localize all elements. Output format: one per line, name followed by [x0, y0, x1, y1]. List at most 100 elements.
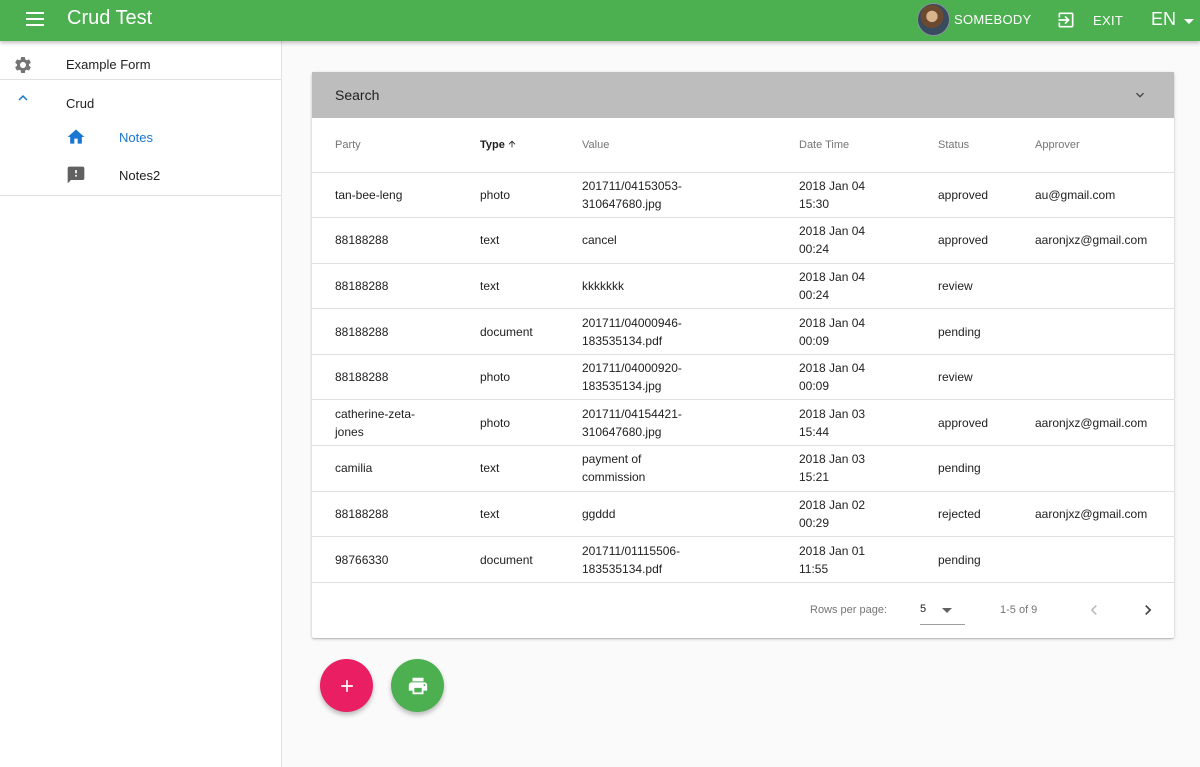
cell-text: document [480, 552, 533, 567]
table-row[interactable]: 88188288 document 201711/04000946-18353513… [312, 308, 1174, 355]
table-row[interactable]: 88188288 photo 201711/04000920-183535134.j… [312, 354, 1174, 401]
cell-value: 201711/04000946-183535134.pdf [559, 308, 776, 355]
cell-text: photo [480, 370, 511, 385]
next-page-button[interactable] [1138, 600, 1158, 620]
column-header-type[interactable]: Type [457, 118, 559, 173]
table-row[interactable]: 88188288 text cancel 2018 Jan 04 00:24 appro… [312, 217, 1174, 264]
cell-type: text [457, 217, 559, 264]
table-header-row: Party Type Value Date Time Status Approv… [312, 118, 1174, 173]
cell-text: 201711/01115506-183535134.pdf [582, 543, 681, 576]
pagination-range: 1-5 of 9 [1000, 603, 1038, 616]
add-button[interactable] [320, 659, 373, 712]
cell-text: 88188288 [335, 506, 389, 521]
app-title: Crud Test [67, 7, 153, 29]
cell-approver [1012, 354, 1174, 401]
cell-datetime: 2018 Jan 04 00:09 [776, 308, 915, 355]
menu-icon[interactable] [26, 12, 46, 28]
column-header-value[interactable]: Value [559, 118, 776, 173]
caret-down-icon [1184, 18, 1195, 24]
cell-value: 201711/04154421-310647680.jpg [559, 399, 776, 447]
table-row[interactable]: 88188288 text ggddd 2018 Jan 02 00:29 reject… [312, 491, 1174, 538]
cell-text: 88188288 [335, 324, 389, 339]
avatar [917, 3, 950, 36]
cell-text: text [480, 233, 500, 248]
table-row[interactable]: 88188288 text kkkkkkk 2018 Jan 04 00:24 revi… [312, 263, 1174, 310]
exit-label: EXIT [1093, 12, 1124, 28]
cell-status: approved [915, 172, 1012, 219]
column-header-party[interactable]: Party [312, 118, 457, 173]
sidebar-item-notes[interactable]: Notes [0, 118, 281, 156]
cell-text: pending [938, 324, 981, 339]
cell-status: review [915, 354, 1012, 401]
cell-text: photo [480, 415, 511, 430]
cell-text: document [480, 324, 533, 339]
cell-text: payment of commission [582, 452, 646, 485]
cell-text: 2018 Jan 04 00:24 [799, 224, 866, 257]
cell-text: 2018 Jan 04 15:30 [799, 178, 866, 211]
cell-datetime: 2018 Jan 02 00:29 [776, 491, 915, 538]
language-select[interactable]: EN [1151, 9, 1195, 30]
cell-approver [1012, 536, 1174, 583]
sidebar-item-label: Example Form [66, 57, 151, 72]
column-header-status[interactable]: Status [915, 118, 1012, 173]
cell-party: 98766330 [312, 536, 457, 583]
cell-text: 2018 Jan 03 15:44 [799, 406, 866, 439]
printer-icon [408, 677, 427, 694]
rows-per-page-value: 5 [920, 602, 927, 615]
table-row[interactable]: 98766330 document 201711/01115506-18353513… [312, 536, 1174, 583]
cell-text: 88188288 [335, 278, 389, 293]
cell-datetime: 2018 Jan 04 15:30 [776, 172, 915, 219]
sidebar-item-example-form[interactable]: Example Form [0, 41, 281, 79]
cell-party: 88188288 [312, 308, 457, 355]
user-menu-button[interactable]: SOMEBODY [917, 3, 1032, 36]
cell-status: pending [915, 308, 1012, 355]
notes-table: Party Type Value Date Time Status Approv… [312, 118, 1174, 583]
cell-type: text [457, 445, 559, 492]
cell-datetime: 2018 Jan 04 00:09 [776, 354, 915, 401]
cell-text: pending [938, 461, 981, 476]
cell-type: document [457, 536, 559, 583]
cell-text: rejected [938, 506, 981, 521]
cell-text: 2018 Jan 03 15:21 [799, 452, 866, 485]
column-header-datetime[interactable]: Date Time [776, 118, 915, 173]
print-button[interactable] [391, 659, 444, 712]
column-header-approver[interactable]: Approver [1012, 118, 1174, 173]
cell-type: photo [457, 172, 559, 219]
cell-approver: aaronjxz@gmail.com [1012, 491, 1174, 538]
table-row[interactable]: tan-bee-leng photo 201711/04153053-3106476… [312, 172, 1174, 219]
cell-datetime: 2018 Jan 03 15:44 [776, 399, 915, 447]
cell-status: approved [915, 217, 1012, 264]
cell-text: 2018 Jan 04 00:09 [799, 315, 866, 348]
rows-per-page-label: Rows per page: [810, 603, 888, 616]
cell-status: approved [915, 399, 1012, 447]
cell-party: 88188288 [312, 263, 457, 310]
cell-text: text [480, 278, 500, 293]
arrow-up-icon [508, 140, 516, 148]
cell-datetime: 2018 Jan 04 00:24 [776, 217, 915, 264]
cell-text: kkkkkkk [582, 278, 624, 293]
cell-value: ggddd [559, 491, 776, 538]
search-panel-toggle[interactable]: Search [312, 72, 1174, 118]
cell-value: 201711/04153053-310647680.jpg [559, 172, 776, 219]
home-icon [67, 129, 85, 144]
notes-card: Search Party Type Value Date Time Status… [312, 72, 1174, 638]
language-label: EN [1151, 9, 1177, 29]
cell-approver: aaronjxz@gmail.com [1012, 399, 1174, 447]
sidebar-item-notes2[interactable]: Notes2 [0, 156, 281, 194]
table-body: tan-bee-leng photo 201711/04153053-3106476… [312, 172, 1174, 583]
table-row[interactable]: catherine-zeta-jones photo 201711/04154421… [312, 399, 1174, 447]
cell-text: review [938, 370, 973, 385]
cell-status: pending [915, 536, 1012, 583]
cell-status: review [915, 263, 1012, 310]
exit-button[interactable]: EXIT [1056, 10, 1123, 30]
cell-text: 88188288 [335, 370, 389, 385]
cell-approver [1012, 445, 1174, 492]
feedback-icon [67, 166, 85, 184]
sidebar-item-crud[interactable]: Crud [0, 80, 281, 118]
gear-icon [15, 56, 31, 73]
rows-per-page-select[interactable]: 5 [920, 601, 965, 625]
table-row[interactable]: camilia text payment of commission 2018 Jan… [312, 445, 1174, 492]
previous-page-button[interactable] [1084, 600, 1104, 620]
cell-approver [1012, 263, 1174, 310]
cell-type: photo [457, 354, 559, 401]
